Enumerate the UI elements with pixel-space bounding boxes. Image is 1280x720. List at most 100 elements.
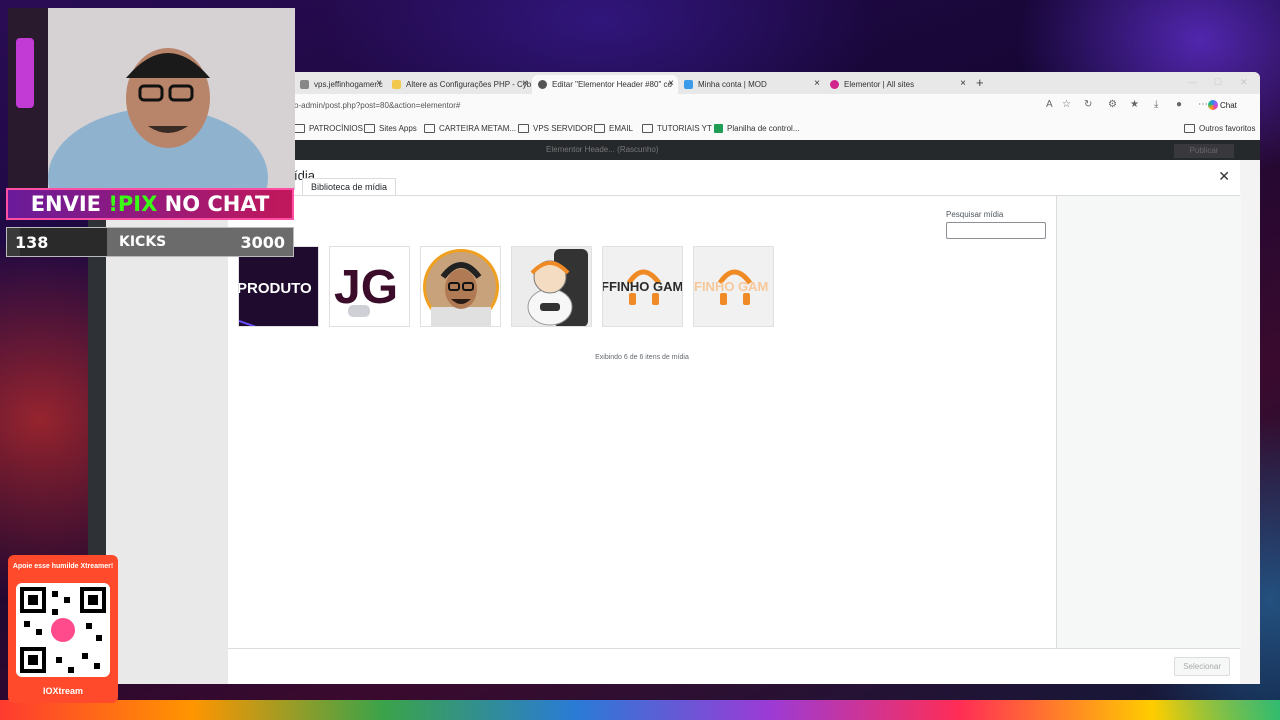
site-icon [392, 80, 401, 89]
tab-label: Minha conta | MOD [698, 80, 767, 89]
tab-minha-conta[interactable]: Minha conta | MOD × [678, 75, 824, 94]
chat-button[interactable]: Chat [1220, 101, 1237, 110]
bookmark-outros-favoritos[interactable]: Outros favoritos [1184, 124, 1255, 133]
select-button[interactable]: Selecionar [1174, 657, 1230, 676]
jeffinho-text: FFINHO GAM [603, 279, 683, 294]
media-jg-logo[interactable]: JG [329, 246, 410, 327]
search-media-input[interactable] [946, 222, 1046, 239]
brand-logo: IOXtream [42, 686, 84, 696]
webcam-feed [8, 8, 295, 190]
refresh-icon[interactable]: ↻ [1084, 99, 1092, 110]
search-label: Pesquisar mídia [946, 210, 1004, 219]
extensions-icon[interactable]: ⚙ [1108, 99, 1117, 110]
minimize-icon[interactable]: — [1188, 77, 1197, 87]
media-jeffinho-logo[interactable]: FFINHO GAM [602, 246, 683, 327]
bookmark-label: Sites Apps [379, 124, 417, 133]
profile-icon[interactable]: ● [1176, 99, 1182, 110]
star-icon[interactable]: ☆ [1062, 99, 1071, 110]
pix-highlight: !PIX [108, 192, 158, 216]
produto-text: PRODUTO [239, 280, 312, 297]
bookmark-label: CARTEIRA METAM... [439, 124, 517, 133]
bookmark-email[interactable]: EMAIL [594, 124, 633, 133]
media-avatar-photo[interactable] [420, 246, 501, 327]
bookmark-vps-servidor[interactable]: VPS SERVIDOR [518, 124, 593, 133]
globe-icon [300, 80, 309, 89]
folder-icon [294, 124, 305, 133]
tab-label: vps.jeffinhogamer.c [314, 80, 383, 89]
tab-elementor-editor[interactable]: Editar "Elementor Header #80" co × [532, 75, 678, 94]
kicks-label: KICKS [119, 234, 167, 250]
close-tab-icon[interactable]: × [814, 78, 820, 89]
folder-icon [364, 124, 375, 133]
media-jeffinho-logo-faded[interactable]: FINHO GAM [693, 246, 774, 327]
bookmark-label: VPS SERVIDOR [533, 124, 593, 133]
qr-code [16, 583, 110, 677]
qr-code-icon [20, 587, 106, 673]
folder-icon [1184, 124, 1195, 133]
bookmark-planilha[interactable]: Planilha de control... [714, 124, 800, 133]
close-window-icon[interactable]: ✕ [1240, 77, 1248, 88]
pix-after: NO CHAT [157, 192, 270, 216]
kicks-goal-bar: 138 KICKS 3000 [6, 227, 294, 257]
close-tab-icon[interactable]: × [522, 78, 528, 89]
plus-icon[interactable]: + [976, 75, 984, 90]
folder-icon [518, 124, 529, 133]
more-icon[interactable]: ⋯ [1198, 99, 1208, 110]
pix-before: ENVIE [30, 192, 109, 216]
pix-banner: ENVIE !PIX NO CHAT [6, 188, 294, 220]
tab-php-config[interactable]: Altere as Configurações PHP - Cyb × [386, 75, 532, 94]
kicks-goal: 3000 [240, 233, 285, 252]
jeffinho-thumbnail: FFINHO GAM [603, 269, 683, 305]
bookmark-tutoriais[interactable]: TUTORIAIS YT [642, 124, 712, 133]
read-aloud-icon[interactable]: A [1046, 99, 1053, 110]
media-produto[interactable]: PRODUTO [238, 246, 319, 327]
support-text: Apoie esse humilde Xtreamer! [12, 563, 114, 570]
produto-thumbnail: PRODUTO [239, 247, 318, 326]
tab-vps[interactable]: vps.jeffinhogamer.c × [294, 75, 386, 94]
bookmark-patrocinios[interactable]: PATROCÍNIOS [294, 124, 363, 133]
jg-thumbnail: JG [334, 261, 398, 317]
avatar-thumbnail [423, 249, 499, 326]
jeffinho-faded-text: FINHO GAM [694, 279, 768, 294]
close-icon[interactable]: ✕ [1218, 168, 1230, 185]
bookmark-carteira[interactable]: CARTEIRA METAM... [424, 124, 516, 133]
jeffinho-faded-thumbnail: FINHO GAM [694, 269, 768, 305]
attachment-details-sidebar [1056, 196, 1241, 648]
download-icon[interactable]: ⤓ [1154, 99, 1158, 110]
elementor-icon [830, 80, 839, 89]
tab-label: Altere as Configurações PHP - Cyb [406, 80, 532, 89]
kicks-current: 138 [15, 233, 49, 252]
document-title[interactable]: Elementor Heade... (Rascunho) [546, 145, 659, 154]
bookmark-sites-apps[interactable]: Sites Apps [364, 124, 417, 133]
sheets-icon [714, 124, 723, 133]
bookmark-label: TUTORIAIS YT [657, 124, 712, 133]
bookmark-label: PATROCÍNIOS [309, 124, 363, 133]
close-tab-icon[interactable]: × [668, 78, 674, 89]
support-qr-card: Apoie esse humilde Xtreamer! IOXtream [8, 555, 118, 703]
tab-media-library[interactable]: Biblioteca de mídia [302, 178, 397, 196]
webcam-image [8, 8, 295, 190]
folder-icon [642, 124, 653, 133]
close-tab-icon[interactable]: × [376, 78, 382, 89]
url-text[interactable]: o-admin/post.php?post=80&action=elemento… [294, 101, 460, 110]
publish-button[interactable]: Publicar [1174, 144, 1234, 158]
tab-elementor-sites[interactable]: Elementor | All sites × [824, 75, 970, 94]
gamer-thumbnail [512, 247, 591, 326]
media-modal: ídia ✕ s Biblioteca de mídia Pesquisar m… [228, 160, 1241, 684]
close-tab-icon[interactable]: × [960, 78, 966, 89]
site-icon [684, 80, 693, 89]
media-grid: PRODUTO JG FFINHO GAM FINHO GAM [238, 246, 774, 327]
modal-footer: Selecionar [228, 648, 1240, 684]
bookmark-label: Outros favoritos [1199, 124, 1256, 133]
maximize-icon[interactable]: ☐ [1214, 77, 1222, 88]
tab-label: Editar "Elementor Header #80" co [552, 80, 672, 89]
tab-label: Elementor | All sites [844, 80, 915, 89]
bookmark-label: Planilha de control... [727, 124, 800, 133]
folder-icon [424, 124, 435, 133]
media-count: Exibindo 6 de 6 itens de mídia [595, 354, 689, 361]
folder-icon [594, 124, 605, 133]
bookmark-label: EMAIL [609, 124, 634, 133]
copilot-icon[interactable] [1208, 100, 1218, 110]
media-gamer-illustration[interactable] [511, 246, 592, 327]
favorites-icon[interactable]: ★ [1130, 99, 1139, 110]
